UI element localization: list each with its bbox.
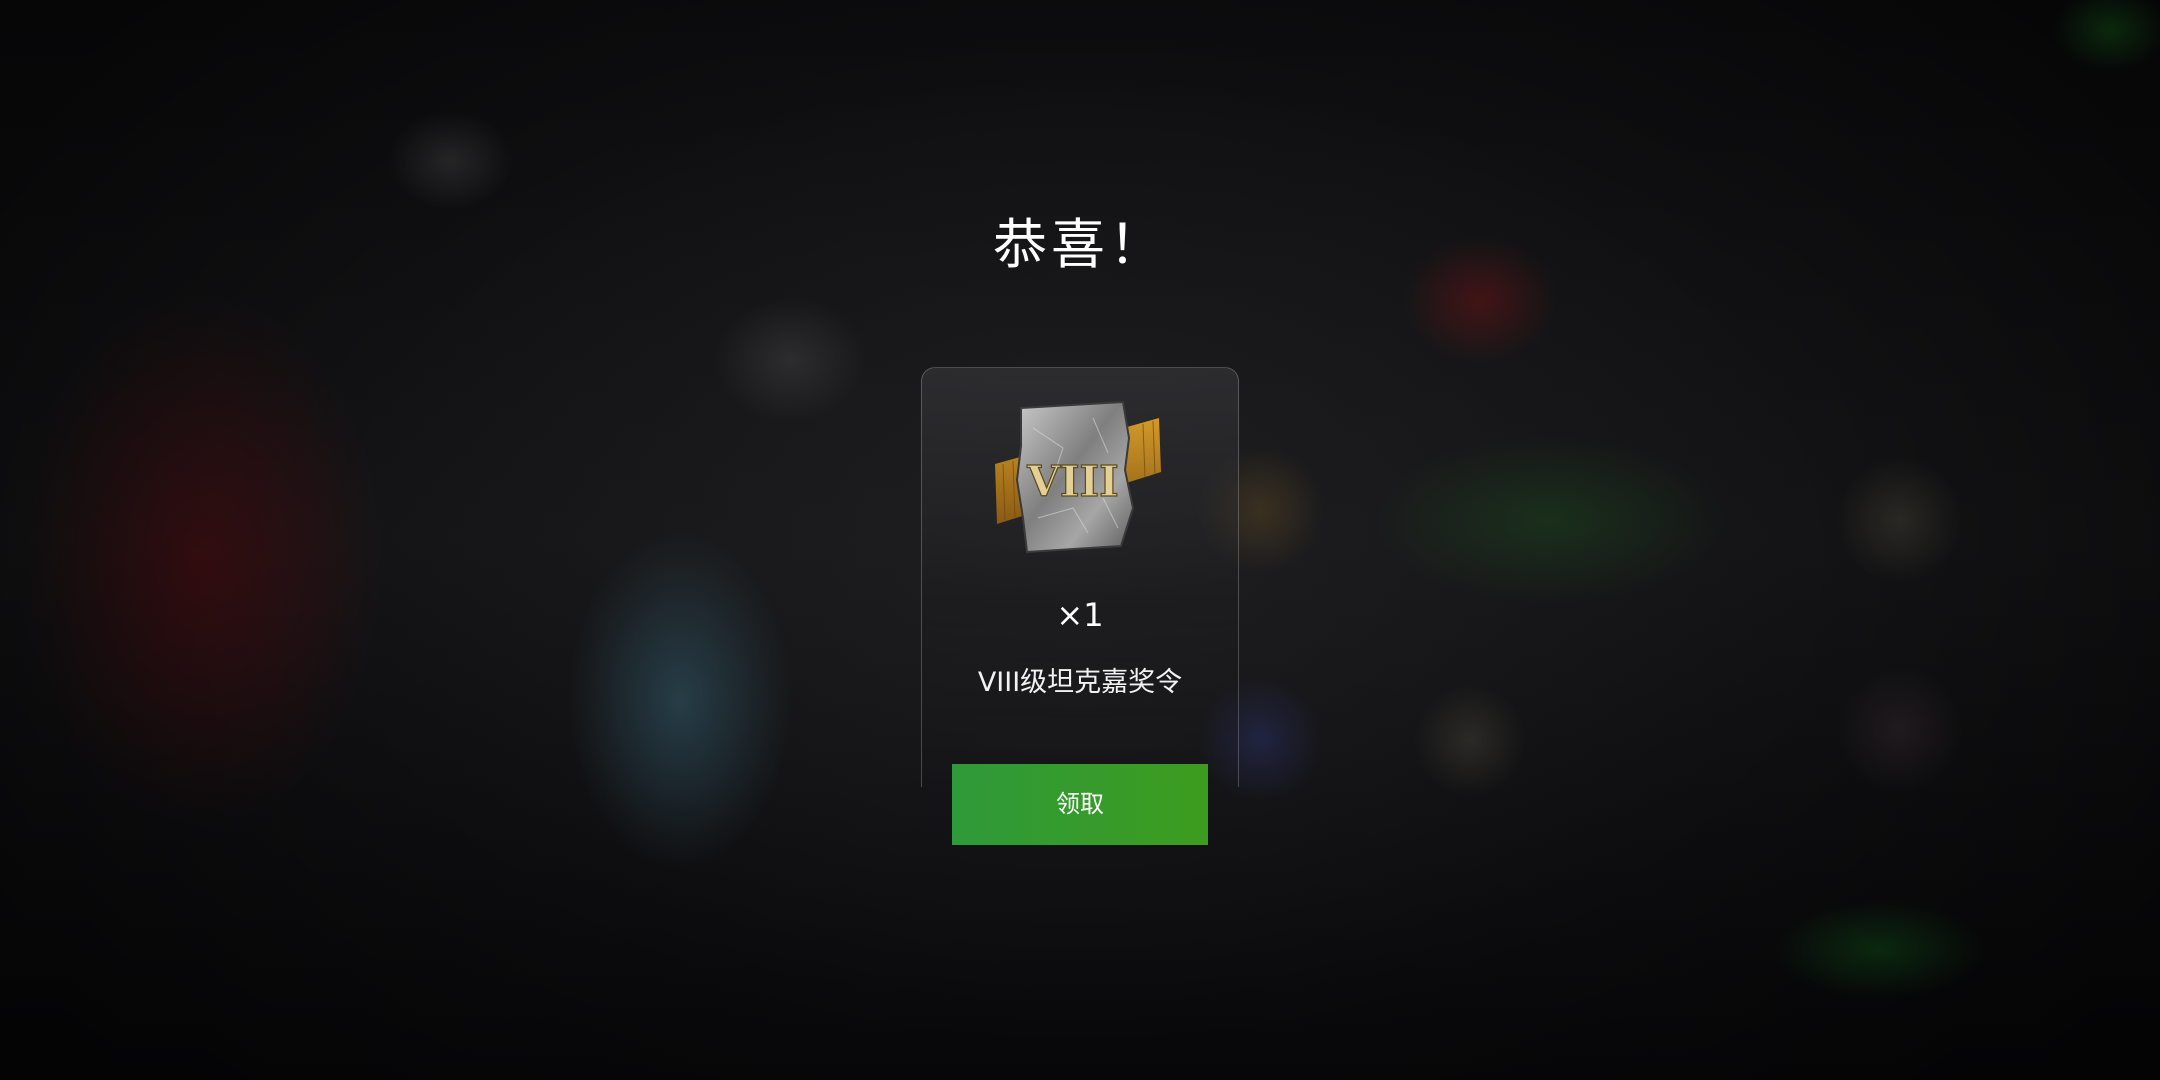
reward-quantity: ×1 <box>1056 596 1104 634</box>
tier-viii-tank-token-icon: VIII <box>995 400 1161 554</box>
tier-viii-token-text: VIII <box>1026 457 1119 506</box>
congratulations-title: 恭喜！ <box>993 213 1167 276</box>
claim-button[interactable]: 领取 <box>952 764 1208 845</box>
reward-item-name: VIII级坦克嘉奖令 <box>977 667 1183 698</box>
